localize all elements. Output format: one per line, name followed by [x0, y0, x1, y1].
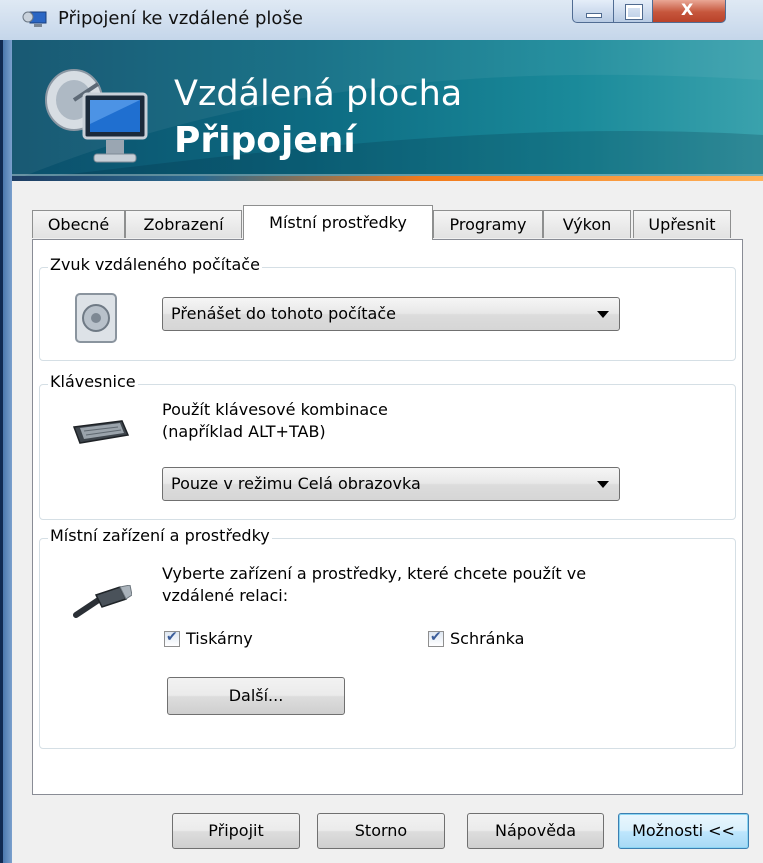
keyboard-description-line2: (například ALT+TAB)	[162, 422, 326, 441]
tab-vykon[interactable]: Výkon	[543, 210, 631, 238]
speaker-icon	[75, 293, 117, 343]
devices-group-label: Místní zařízení a prostředky	[48, 526, 272, 545]
more-devices-button[interactable]: Další...	[167, 677, 345, 715]
clipboard-label[interactable]: Schránka	[450, 628, 524, 650]
maximize-button[interactable]	[614, 0, 653, 23]
header-banner: Vzdálená plocha Připojení	[12, 40, 763, 181]
keyboard-dropdown-value: Pouze v režimu Celá obrazovka	[171, 474, 421, 493]
usb-plug-icon	[73, 585, 132, 618]
sound-dropdown[interactable]: Přenášet do tohoto počítače	[162, 297, 620, 331]
minimize-button[interactable]	[572, 0, 614, 23]
tab-obecne[interactable]: Obecné	[32, 210, 125, 238]
options-button[interactable]: Možnosti <<	[618, 813, 749, 849]
window-controls: X	[572, 0, 726, 24]
help-button[interactable]: Nápověda	[467, 813, 604, 849]
tab-mistni-prostredky[interactable]: Místní prostředky	[243, 205, 433, 240]
printers-checkbox[interactable]	[164, 629, 180, 647]
devices-description-line1: Vyberte zařízení a prostředky, které chc…	[162, 564, 587, 583]
sound-group-label: Zvuk vzdáleného počítače	[48, 255, 262, 274]
tab-upresnit[interactable]: Upřesnit	[633, 210, 731, 238]
printers-label[interactable]: Tiskárny	[186, 628, 253, 650]
tab-zobrazeni[interactable]: Zobrazení	[125, 210, 242, 238]
window-frame-edge	[0, 40, 3, 863]
dialog-content: Obecné Zobrazení Místní prostředky Progr…	[12, 181, 763, 863]
tab-panel: Zvuk vzdáleného počítače Přenášet do toh…	[32, 239, 743, 795]
keyboard-icon	[72, 420, 130, 444]
sound-dropdown-value: Přenášet do tohoto počítače	[171, 304, 396, 323]
cancel-button[interactable]: Storno	[317, 813, 445, 849]
keyboard-description-line1: Použít klávesové kombinace	[162, 400, 388, 419]
close-button[interactable]: X	[653, 0, 726, 23]
devices-group: Místní zařízení a prostředky Vyberte zař…	[39, 526, 736, 749]
remote-desktop-monitor-icon	[45, 69, 148, 163]
connect-button[interactable]: Připojit	[172, 813, 300, 849]
sound-group: Zvuk vzdáleného počítače Přenášet do toh…	[39, 255, 736, 361]
keyboard-dropdown[interactable]: Pouze v režimu Celá obrazovka	[162, 467, 620, 501]
close-icon: X	[681, 0, 694, 19]
chevron-down-icon	[597, 311, 609, 318]
clipboard-checkbox[interactable]	[428, 629, 444, 647]
banner-title-line1: Vzdálená plocha	[174, 74, 463, 114]
keyboard-group: Klávesnice Použít klávesové kombinace (n…	[39, 372, 736, 520]
banner-title-line2: Připojení	[174, 120, 356, 161]
devices-description-line2: vzdálené relaci:	[162, 586, 289, 605]
tab-programy[interactable]: Programy	[433, 210, 543, 238]
title-bar: Připojení ke vzdálené ploše X	[0, 0, 763, 40]
window-title: Připojení ke vzdálené ploše	[58, 8, 303, 29]
chevron-down-icon	[597, 481, 609, 488]
remote-desktop-icon	[22, 11, 47, 27]
keyboard-group-label: Klávesnice	[48, 372, 138, 391]
